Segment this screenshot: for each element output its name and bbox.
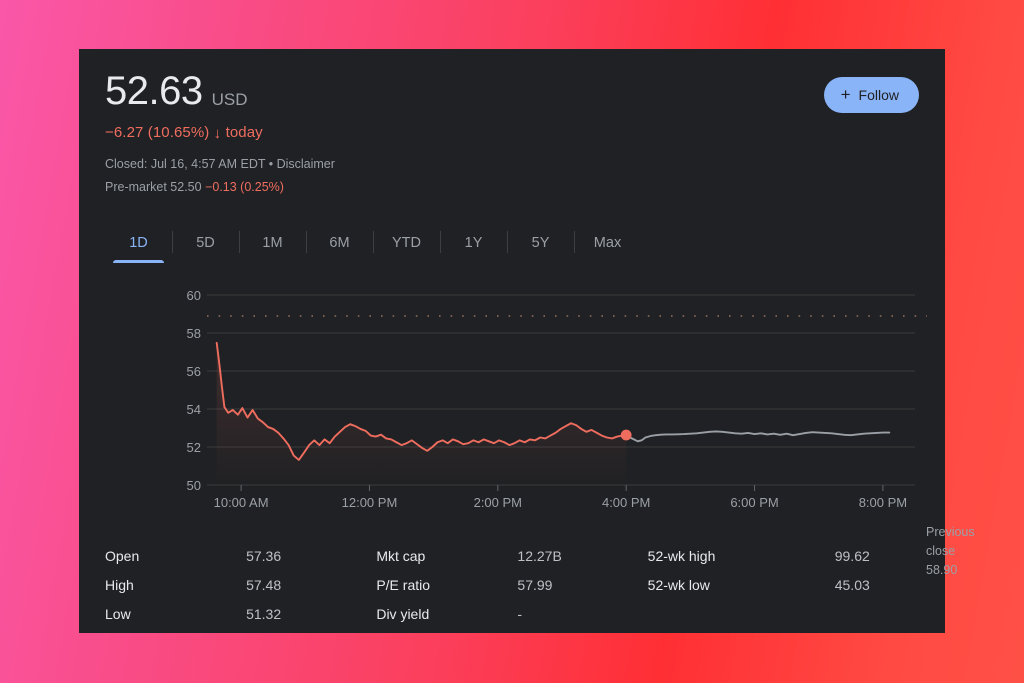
chart-area-fill [216,343,627,486]
x-axis-tick-label: 8:00 PM [859,495,907,510]
tab-label: YTD [392,235,421,252]
previous-close-annotation: Previous close 58.90 [926,523,1006,579]
tab-ytd[interactable]: YTD [373,223,440,263]
y-axis-tick-label: 56 [187,364,201,379]
x-axis-tick-label: 6:00 PM [730,495,778,510]
y-axis-tick-label: 54 [187,402,201,417]
stat-label: Low [105,605,131,622]
currency-label: USD [211,90,248,109]
x-axis-tick-label: 12:00 PM [342,495,398,510]
tab-1m[interactable]: 1M [239,223,306,263]
arrow-down-icon: ↓ [213,125,222,142]
follow-button-label: Follow [858,87,899,103]
price-chart[interactable]: 50 52 54 56 58 60 10:00 AM 12:00 PM 2:00 PM 4:00 … [79,277,975,577]
previous-close-line2: close [926,544,956,558]
stats-values: 99.62 45.03 [793,541,919,628]
stat-label: P/E ratio [376,576,431,593]
tab-1d[interactable]: 1D [105,223,172,264]
stats-values: 57.36 57.48 51.32 [246,541,376,628]
previous-close-line1: Previous [926,525,975,540]
series-extended-hours [625,430,891,443]
tab-label: 1M [262,235,283,252]
tab-1y[interactable]: 1Y [440,223,507,263]
tab-label: 5Y [531,235,550,252]
stats-table: Open High Low 57.36 57.48 51.32 Mkt cap P/E rat… [105,541,919,628]
tab-5y[interactable]: 5Y [507,223,574,263]
price-change-value: −6.27 (10.65%) [105,124,210,141]
follow-button[interactable]: + Follow [823,77,919,113]
tab-label: 1D [129,235,148,252]
current-price-marker [620,429,632,441]
plus-icon: + [840,84,851,104]
stat-label: Div yield [376,605,430,622]
quote-header: 52.63 USD −6.27 (10.65%) ↓ today Closed:… [79,49,945,199]
premarket-line: Pre-market 52.50 −0.13 (0.25%) [105,176,919,199]
premarket-change: −0.13 (0.25%) [205,180,284,195]
stat-value: 57.99 [517,576,553,593]
stat-label: High [105,576,134,593]
y-axis-tick-label: 60 [187,288,201,303]
previous-close-value: 58.90 [926,562,958,577]
stat-value: - [517,605,523,622]
tab-label: 1Y [464,235,483,252]
tab-6m[interactable]: 6M [306,223,373,263]
stat-label: Open [105,547,140,564]
x-axis-tick-label: 10:00 AM [214,495,269,510]
stats-labels: Mkt cap P/E ratio Div yield [376,541,517,628]
stock-quote-card: 52.63 USD −6.27 (10.65%) ↓ today Closed:… [79,49,975,633]
stats-column: Mkt cap P/E ratio Div yield 12.27B 57.99 - [376,541,647,628]
price-change-period: today [225,124,263,141]
stat-value: 57.36 [246,547,282,564]
stats-labels: 52-wk high 52-wk low [648,541,793,628]
stat-value: 12.27B [517,547,562,564]
x-axis-tick-label: 2:00 PM [474,495,522,510]
stats-values: 12.27B 57.99 - [517,541,647,628]
y-axis-tick-label: 52 [187,440,201,455]
price-change: −6.27 (10.65%) ↓ today [105,124,919,142]
chart-svg: 50 52 54 56 58 60 10:00 AM 12:00 PM 2:00 PM 4:00 … [187,288,927,510]
stat-value: 45.03 [834,576,870,593]
price-row: 52.63 USD [105,71,919,111]
tab-max[interactable]: Max [574,223,641,263]
tab-5d[interactable]: 5D [172,223,239,263]
y-axis-tick-label: 50 [187,478,201,493]
tab-label: 5D [196,235,215,252]
tab-label: Max [593,235,622,252]
y-axis-tick-label: 58 [187,326,201,341]
stats-column: Open High Low 57.36 57.48 51.32 [105,541,376,628]
tab-label: 6M [329,235,350,252]
current-price: 52.63 [105,69,203,113]
stat-value: 99.62 [834,547,870,564]
stat-value [835,599,919,628]
stat-value: 57.48 [246,576,282,593]
market-status-line: Closed: Jul 16, 4:57 AM EDT • Disclaimer [105,157,335,171]
premarket-price: Pre-market 52.50 [105,180,202,195]
range-tabs[interactable]: 1D 5D 1M 6M YTD 1Y 5Y Max [105,223,919,264]
stats-labels: Open High Low [105,541,246,628]
stat-label: 52-wk low [647,576,710,593]
stat-value: 51.32 [246,605,282,622]
x-axis-tick-label: 4:00 PM [602,495,650,510]
stats-column: 52-wk high 52-wk low 99.62 45.03 [648,541,919,628]
stat-label [648,599,793,628]
stat-label: Mkt cap [376,547,426,564]
stat-label: 52-wk high [647,547,716,564]
